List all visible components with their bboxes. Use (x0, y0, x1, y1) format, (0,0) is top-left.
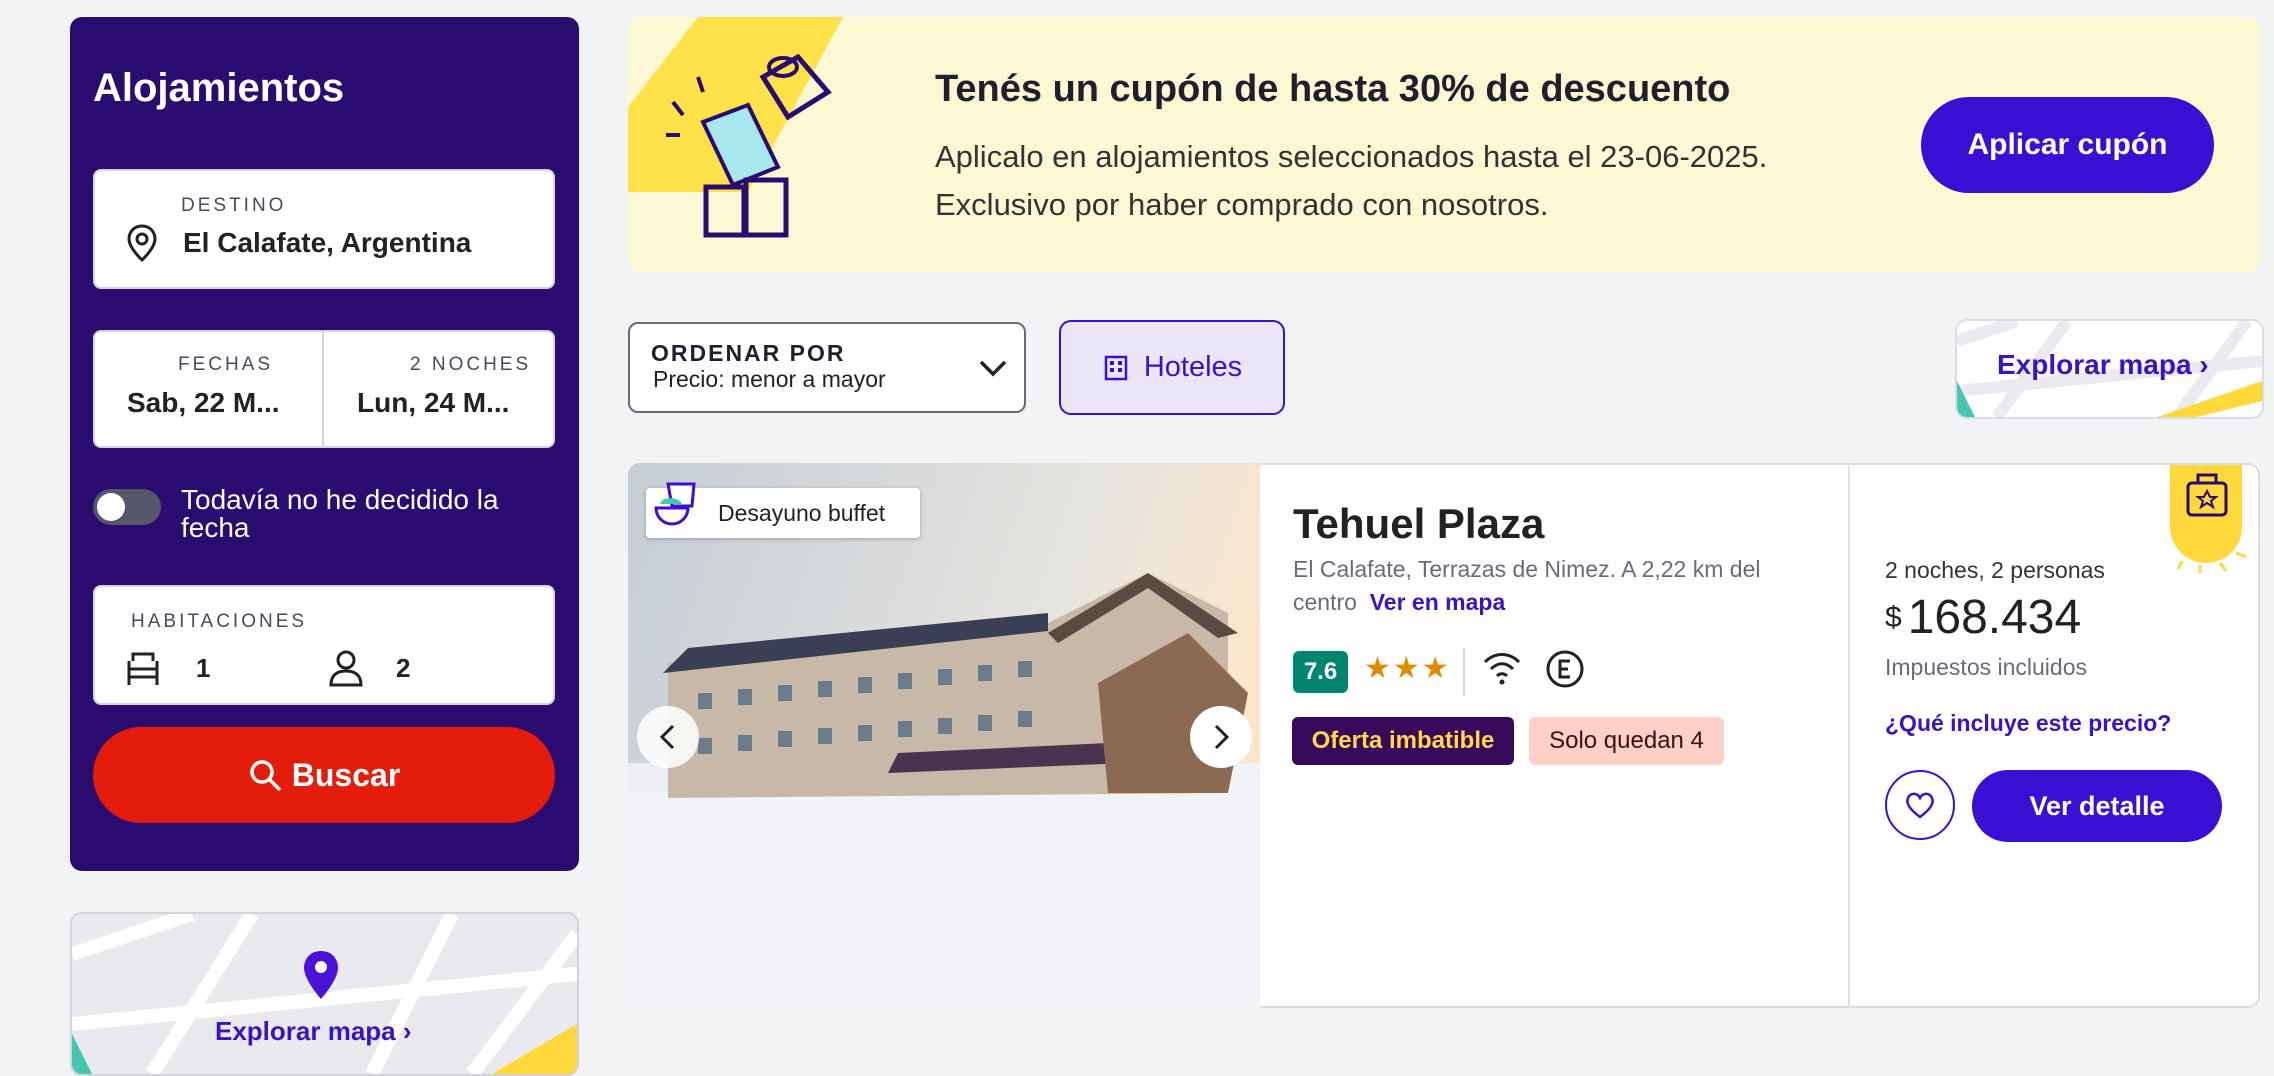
chevron-left-icon (659, 724, 675, 750)
rating-badge: 7.6 (1293, 651, 1348, 693)
guests-count: 2 (396, 653, 411, 683)
nights-label: 2 NOCHES (410, 354, 532, 375)
person-icon (329, 650, 363, 687)
rooms-field[interactable]: HABITACIONES 1 2 (93, 585, 555, 705)
coupon-description: Aplicalo en alojamientos seleccionados h… (935, 133, 1935, 229)
dates-label: FECHAS (178, 354, 274, 375)
side-explore-map-link[interactable]: Explorar mapa › (215, 1016, 412, 1047)
breakfast-icon (654, 482, 696, 526)
hotel-name[interactable]: Tehuel Plaza (1293, 500, 1544, 548)
price-info-link[interactable]: ¿Qué incluye este precio? (1885, 710, 2171, 737)
panel-title: Alojamientos (93, 66, 345, 110)
rooms-count: 1 (196, 653, 211, 683)
hotels-filter-label: Hoteles (1143, 351, 1243, 383)
view-detail-button[interactable]: Ver detalle (1972, 770, 2222, 842)
coupon-line-2: Exclusivo por haber comprado con nosotro… (935, 187, 1549, 222)
favorite-button[interactable] (1885, 770, 1955, 840)
destination-field[interactable]: DESTINO El Calafate, Argentina (93, 169, 555, 289)
coupon-title: Tenés un cupón de hasta 30% de descuento (935, 68, 1731, 110)
checkout-value: Lun, 24 M... (357, 387, 510, 418)
breakfast-badge: Desayuno buffet (646, 482, 920, 538)
coupon-line-1: Aplicalo en alojamientos seleccionados h… (935, 139, 1768, 174)
amenity-divider (1463, 648, 1465, 696)
destination-value: El Calafate, Argentina (183, 227, 472, 258)
bed-icon (127, 652, 159, 685)
photo-next-button[interactable] (1190, 706, 1252, 768)
hotel-photo[interactable] (628, 463, 1260, 1008)
building-icon (1104, 355, 1128, 380)
search-icon (250, 760, 281, 791)
stay-summary: 2 noches, 2 personas (1885, 557, 2105, 583)
toggle-knob (97, 493, 125, 521)
sort-label: ORDENAR POR (651, 340, 846, 366)
gift-illustration (628, 17, 843, 238)
checkout-field[interactable]: 2 NOCHES Lun, 24 M... (324, 330, 555, 448)
sort-value: Precio: menor a mayor (653, 366, 886, 392)
taxes-note: Impuestos incluidos (1885, 654, 2087, 680)
card-divider (1848, 463, 1850, 1008)
breakfast-badge-label: Desayuno buffet (718, 500, 886, 526)
star-rating: ★★★ (1364, 652, 1451, 685)
hotels-filter-chip[interactable]: Hoteles (1059, 320, 1285, 415)
checkin-field[interactable]: FECHAS Sab, 22 M... (93, 330, 324, 448)
map-pin-icon (304, 951, 338, 999)
price-currency: $ (1885, 601, 1902, 634)
checkin-value: Sab, 22 M... (127, 387, 280, 418)
price: $168.434 (1885, 590, 2081, 645)
search-button[interactable]: Buscar (93, 727, 555, 823)
hotel-image (628, 463, 1260, 1008)
rooms-label: HABITACIONES (131, 611, 308, 632)
badge-ribbon-icon (2170, 465, 2247, 573)
apply-coupon-button[interactable]: Aplicar cupón (1921, 97, 2214, 193)
location-pin-icon (127, 224, 157, 263)
offer-tag: Oferta imbatible (1292, 717, 1514, 765)
undecided-date-label: Todavía no he decidido la fecha (181, 484, 499, 543)
search-button-label: Buscar (291, 756, 401, 793)
view-on-map-link[interactable]: Ver en mapa (1370, 589, 1506, 615)
availability-tag: Solo quedan 4 (1529, 717, 1724, 765)
photo-prev-button[interactable] (637, 706, 699, 768)
heart-icon (1906, 792, 1934, 819)
price-amount: 168.434 (1907, 591, 2082, 644)
wifi-icon (1483, 653, 1521, 685)
chevron-down-icon (979, 360, 1007, 377)
explore-map-label: Explorar mapa › (1997, 349, 2209, 380)
energy-class-icon (1546, 650, 1584, 688)
destination-label: DESTINO (181, 195, 287, 216)
hotel-address: El Calafate, Terrazas de Nimez. A 2,22 k… (1293, 553, 1813, 619)
chevron-right-icon (1214, 724, 1230, 750)
hotel-address-text: El Calafate, Terrazas de Nimez. A 2,22 k… (1293, 556, 1761, 615)
side-map-card[interactable] (70, 912, 579, 1076)
